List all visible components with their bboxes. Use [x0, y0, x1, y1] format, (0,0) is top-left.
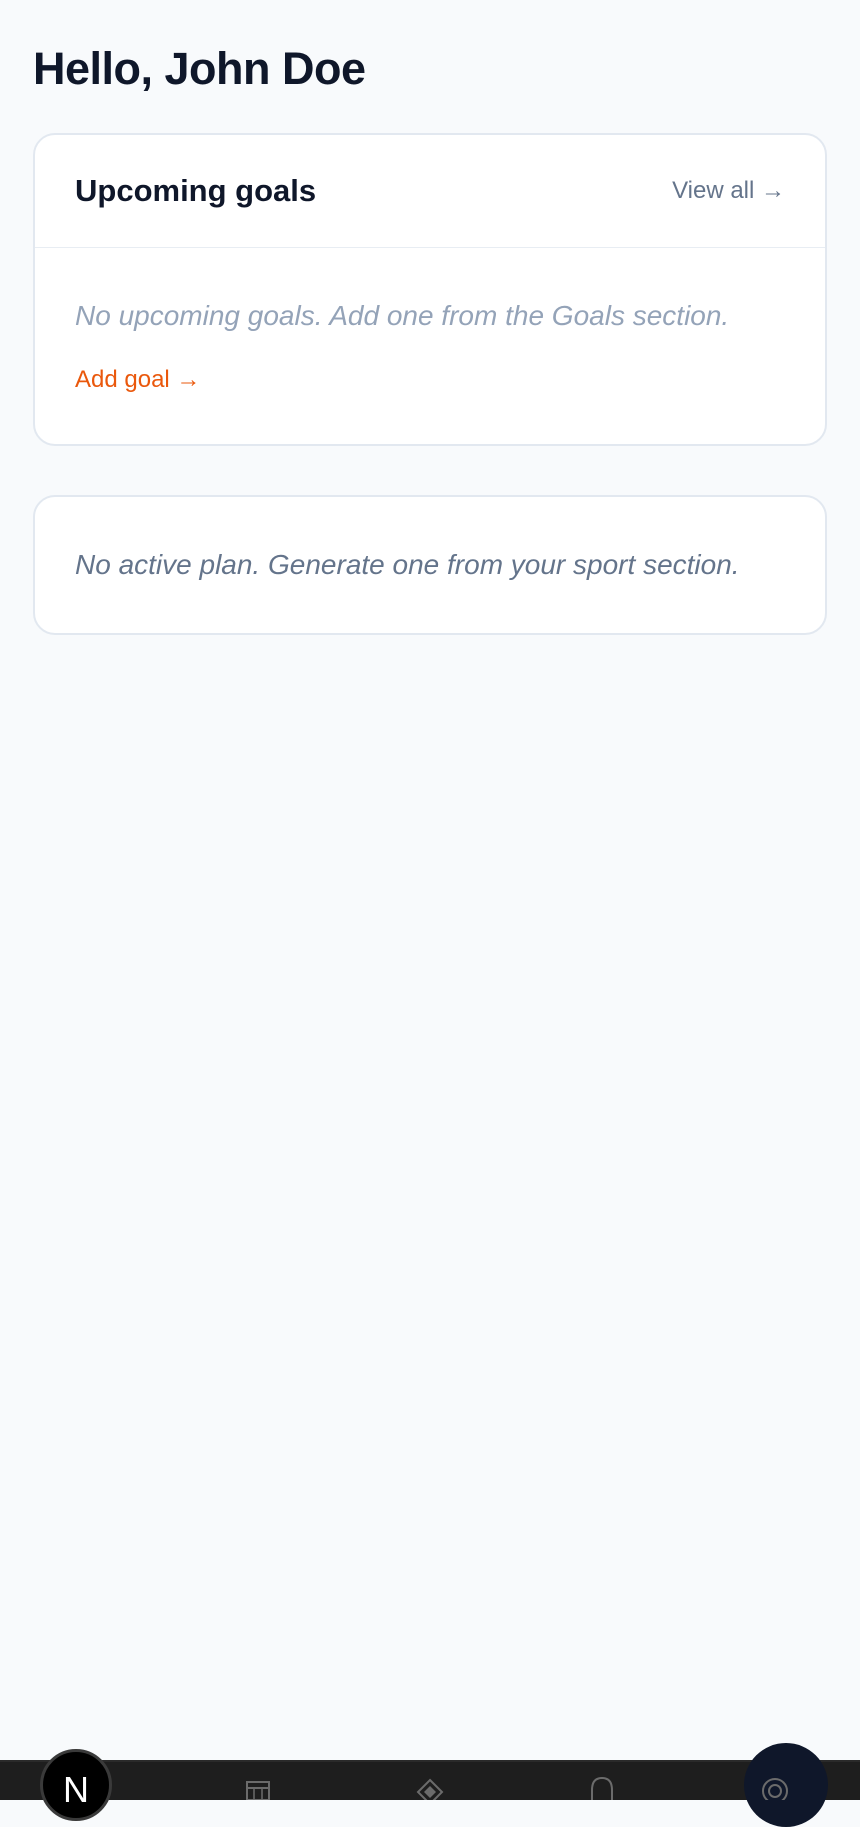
upcoming-goals-title: Upcoming goals — [75, 173, 317, 208]
view-all-goals-link[interactable]: View all → — [672, 177, 785, 205]
add-goal-link[interactable]: Add goal → — [75, 366, 200, 394]
page-title: Hello, John Doe — [33, 43, 366, 94]
bell-icon[interactable] — [588, 1776, 616, 1807]
profile-icon[interactable] — [760, 1776, 790, 1807]
dev-badge-button[interactable]: N — [40, 1749, 112, 1821]
upcoming-goals-body: No upcoming goals. Add one from the Goal… — [35, 248, 825, 394]
active-plan-card: No active plan. Generate one from your s… — [33, 495, 827, 635]
upcoming-goals-header: Upcoming goals View all → — [35, 135, 825, 248]
goals-empty-message: No upcoming goals. Add one from the Goal… — [75, 300, 730, 331]
diamond-icon[interactable] — [416, 1776, 444, 1807]
home-screen: Hello, John Doe Upcoming goals View all … — [0, 0, 860, 1800]
calendar-icon[interactable] — [245, 1776, 271, 1807]
upcoming-goals-card: Upcoming goals View all → No upcoming go… — [33, 133, 827, 446]
plan-empty-message: No active plan. Generate one from your s… — [75, 549, 740, 580]
